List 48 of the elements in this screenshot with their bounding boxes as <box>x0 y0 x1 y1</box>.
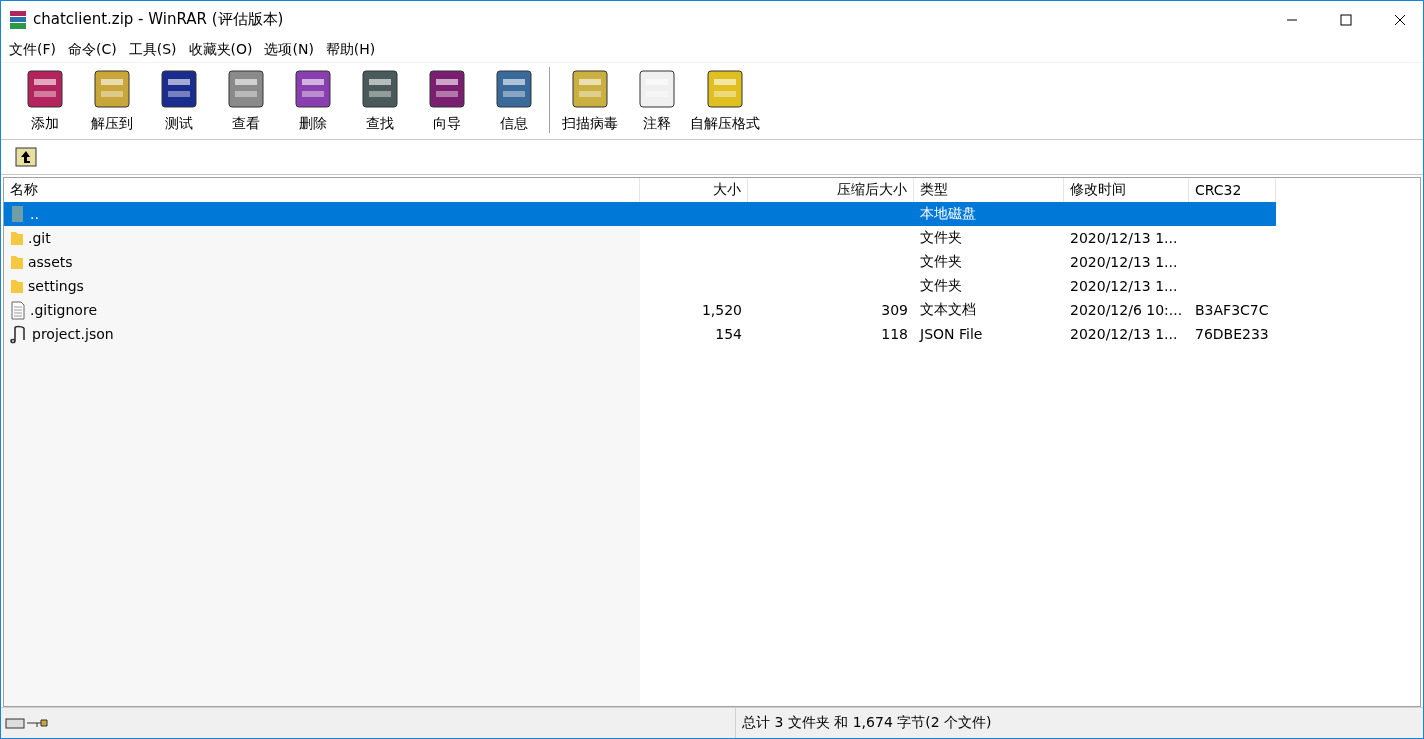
table-cell-text: B3AF3C7C <box>1194 302 1270 318</box>
table-cell-text: JSON File <box>918 326 984 342</box>
toolbar-button[interactable]: 扫描病毒 <box>556 67 623 133</box>
file-row[interactable]: .. 本地磁盘 <box>4 202 1276 226</box>
table-cell-text: 2020/12/13 1... <box>1069 230 1179 246</box>
table-cell-text: 154 <box>714 326 743 342</box>
file-name: .. <box>30 206 39 222</box>
table-cell-text: 118 <box>880 326 909 342</box>
file-row[interactable]: assets 文件夹 2020/12/13 1... <box>4 250 1276 274</box>
table-cell-text: 文件夹 <box>919 253 963 271</box>
table-cell-text: 1,520 <box>700 302 743 318</box>
toolbar-button[interactable]: 注释 <box>623 67 690 133</box>
table-cell-text: 76DBE233 <box>1194 326 1270 342</box>
toolbar-button[interactable]: 解压到 <box>78 67 145 133</box>
table-cell-text: 文件夹 <box>919 229 963 247</box>
file-row[interactable]: .gitignore 1,520 309 文本文档 2020/12/6 10:... B3AF3C7C <box>4 298 1276 322</box>
toolbar-button[interactable]: 自解压格式 <box>690 67 760 133</box>
table-cell-text: 2020/12/13 1... <box>1069 278 1179 294</box>
toolbar-button[interactable]: 查找 <box>346 67 413 133</box>
toolbar-button[interactable]: 添加 <box>11 67 78 133</box>
table-cell-text: 文件夹 <box>919 277 963 295</box>
menu-item[interactable]: 帮助(H) <box>319 41 382 59</box>
file-name: .gitignore <box>30 302 97 318</box>
toolbar-button[interactable]: 向导 <box>413 67 480 133</box>
toolbar-button[interactable]: 查看 <box>212 67 279 133</box>
table-cell-text: 2020/12/6 10:... <box>1069 302 1184 318</box>
file-name: .git <box>28 230 51 246</box>
menu-item[interactable]: 选项(N) <box>258 41 320 59</box>
menu-item[interactable]: 命令(C) <box>62 41 123 59</box>
file-row[interactable]: project.json 154 118 JSON File 2020/12/13 1... 76DBE233 <box>4 322 1276 346</box>
status-text: 总计 3 文件夹 和 1,674 字节(2 个文件) <box>741 714 992 732</box>
file-row[interactable]: settings 文件夹 2020/12/13 1... <box>4 274 1276 298</box>
table-cell-text: 2020/12/13 1... <box>1069 326 1179 342</box>
file-name: project.json <box>32 326 114 342</box>
toolbar-button[interactable]: 信息 <box>480 67 547 133</box>
menu-item[interactable]: 文件(F) <box>3 41 62 59</box>
file-name: settings <box>28 278 84 294</box>
table-cell-text: 本地磁盘 <box>919 205 977 223</box>
menu-item[interactable]: 收藏夹(O) <box>182 41 259 59</box>
file-row[interactable]: .git 文件夹 2020/12/13 1... <box>4 226 1276 250</box>
menu-item[interactable]: 工具(S) <box>122 41 183 59</box>
window-title: chatclient.zip - WinRAR (评估版本) <box>33 10 285 29</box>
toolbar-button[interactable]: 测试 <box>145 67 212 133</box>
table-cell-text: 309 <box>880 302 909 318</box>
toolbar-button[interactable]: 删除 <box>279 67 346 133</box>
file-name: assets <box>28 254 73 270</box>
table-cell-text: 文本文档 <box>919 301 977 319</box>
table-cell-text: 2020/12/13 1... <box>1069 254 1179 270</box>
